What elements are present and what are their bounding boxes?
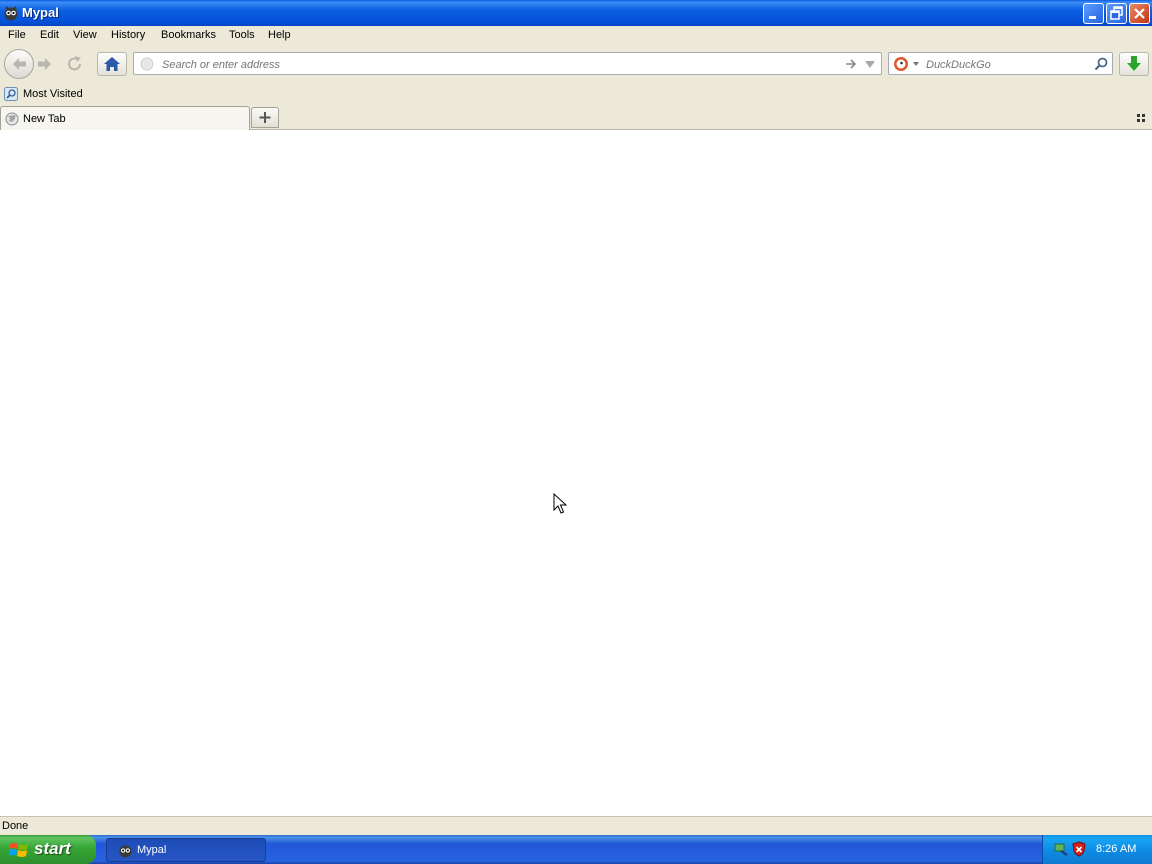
all-tabs-grid-icon[interactable] <box>1136 113 1146 123</box>
menu-history[interactable]: History <box>111 29 145 41</box>
back-arrow-icon <box>13 58 26 70</box>
navigation-toolbar <box>0 47 1152 83</box>
downloads-button[interactable] <box>1119 52 1149 76</box>
start-label: start <box>34 839 71 858</box>
restore-icon <box>1110 6 1123 20</box>
bookmark-label: Most Visited <box>23 88 83 100</box>
search-icon[interactable] <box>1093 56 1109 72</box>
home-icon <box>104 57 120 71</box>
most-visited-folder-icon <box>4 87 18 101</box>
restore-button[interactable] <box>1106 3 1127 24</box>
taskbar-item-mypal[interactable]: Mypal <box>106 838 266 862</box>
go-arrow-icon[interactable] <box>844 57 858 71</box>
menu-edit[interactable]: Edit <box>40 29 59 41</box>
taskbar: start Mypal 8:26 AM <box>0 835 1152 864</box>
dropdown-arrow-icon[interactable] <box>864 58 876 70</box>
window-title-bar[interactable]: Mypal <box>0 0 1152 26</box>
new-tab-button[interactable] <box>251 107 279 128</box>
tab-bar: New Tab <box>0 105 1152 130</box>
status-text: Done <box>2 820 29 832</box>
security-shield-icon[interactable] <box>1071 841 1087 857</box>
clock: 8:26 AM <box>1096 843 1137 855</box>
forward-button[interactable] <box>33 53 57 75</box>
download-arrow-icon <box>1127 56 1141 71</box>
home-button[interactable] <box>97 52 127 76</box>
close-icon <box>1134 8 1145 19</box>
taskbar-item-label: Mypal <box>137 844 167 856</box>
globe-icon <box>5 112 19 126</box>
forward-arrow-icon <box>38 58 51 70</box>
menu-help[interactable]: Help <box>268 29 291 41</box>
menu-file[interactable]: File <box>8 29 26 41</box>
minimize-icon <box>1089 16 1096 19</box>
address-input[interactable] <box>160 56 834 73</box>
menu-view[interactable]: View <box>73 29 97 41</box>
mouse-pointer-icon <box>553 493 567 514</box>
menu-tools[interactable]: Tools <box>229 29 255 41</box>
menu-bookmarks[interactable]: Bookmarks <box>161 29 216 41</box>
duckduckgo-engine-icon[interactable] <box>893 56 921 72</box>
tab-label: New Tab <box>23 113 66 125</box>
status-bar: Done <box>0 816 1152 835</box>
close-button[interactable] <box>1129 3 1150 24</box>
plus-icon <box>259 112 271 123</box>
search-input[interactable] <box>924 56 1088 73</box>
reload-icon <box>68 56 81 71</box>
address-bar[interactable] <box>133 52 882 75</box>
bookmarks-toolbar: Most Visited <box>0 83 1152 105</box>
window-title: Mypal <box>22 5 59 20</box>
tab-new-tab[interactable]: New Tab <box>0 106 250 130</box>
network-icon[interactable] <box>1053 841 1069 857</box>
site-identity-icon <box>140 57 154 71</box>
mypal-app-icon <box>4 6 18 21</box>
page-content[interactable] <box>0 130 1152 816</box>
minimize-button[interactable] <box>1083 3 1104 24</box>
system-tray: 8:26 AM <box>1042 835 1152 864</box>
reload-button[interactable] <box>62 53 88 75</box>
mypal-app-icon <box>119 845 132 858</box>
start-button[interactable]: start <box>0 835 96 864</box>
menu-bar: File Edit View History Bookmarks Tools H… <box>0 26 1152 47</box>
windows-logo-icon <box>9 843 28 857</box>
search-bar[interactable] <box>888 52 1113 75</box>
back-button[interactable] <box>4 49 34 79</box>
